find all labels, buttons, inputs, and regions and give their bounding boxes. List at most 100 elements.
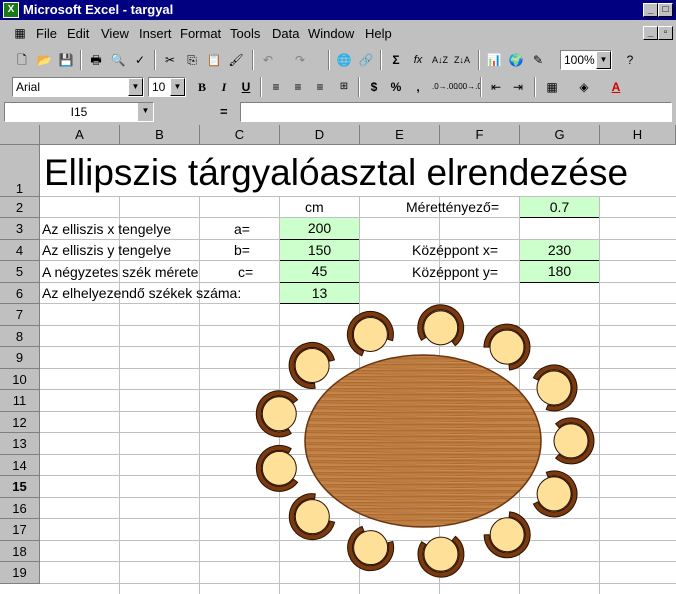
chair-seat <box>261 450 297 486</box>
workbook-icon[interactable]: ▦ <box>10 23 30 43</box>
map-icon[interactable]: 🌍 <box>506 50 526 70</box>
italic-icon[interactable]: I <box>214 77 234 97</box>
chair <box>288 493 336 541</box>
print-preview-icon[interactable]: 🔍 <box>108 50 128 70</box>
table-ellipse <box>304 354 542 528</box>
underline-icon[interactable]: U <box>236 77 256 97</box>
separator <box>252 50 254 70</box>
maximize-button[interactable]: □ <box>658 3 673 17</box>
window-title: Microsoft Excel - targyal <box>23 2 174 17</box>
decrease-indent-icon[interactable]: ⇤ <box>486 77 506 97</box>
chair <box>553 417 595 465</box>
currency-icon[interactable]: $ <box>364 77 384 97</box>
menu-insert[interactable]: Insert <box>139 26 172 41</box>
chair <box>255 444 299 492</box>
redo-icon[interactable]: ↷ <box>290 50 310 70</box>
new-icon[interactable]: 🗋 <box>12 50 32 70</box>
format-painter-icon[interactable]: 🖌 <box>226 50 246 70</box>
fill-color-icon[interactable]: ◈ <box>574 77 594 97</box>
align-center-icon[interactable]: ≡ <box>288 77 308 97</box>
undo-icon[interactable]: ↶ <box>258 50 278 70</box>
separator <box>260 77 262 97</box>
hyperlink-icon[interactable]: 🔗 <box>356 50 376 70</box>
decrease-decimal-icon[interactable]: .00→.0 <box>456 77 482 97</box>
menu-help[interactable]: Help <box>365 26 392 41</box>
bold-icon[interactable]: B <box>192 77 212 97</box>
align-right-icon[interactable]: ≡ <box>310 77 330 97</box>
drawing-icon[interactable]: ✎ <box>528 50 548 70</box>
chair-seat <box>489 329 525 365</box>
menu-format[interactable]: Format <box>180 26 221 41</box>
chair-seat <box>261 396 297 432</box>
cut-icon[interactable]: ✂ <box>160 50 180 70</box>
menu-view[interactable]: View <box>101 26 129 41</box>
separator <box>358 77 360 97</box>
copy-icon[interactable]: ⎘ <box>182 50 202 70</box>
chair <box>532 470 578 518</box>
font-color-icon[interactable]: A <box>606 77 626 97</box>
chair <box>255 390 299 438</box>
zoom-select[interactable]: 100% ▼ <box>560 50 612 70</box>
menu-tools[interactable]: Tools <box>230 26 260 41</box>
separator <box>328 50 330 70</box>
formatting-toolbar: Arial ▼ 10 ▼ B I U ≡ ≡ ≡ ⊞ $ % , .0→.00 .0… <box>0 74 676 100</box>
chair-seat <box>553 423 589 459</box>
chevron-down-icon[interactable]: ▼ <box>596 51 611 69</box>
chair-seat <box>423 310 459 346</box>
chevron-down-icon[interactable]: ▼ <box>170 78 185 96</box>
doc-minimize-button[interactable]: _ <box>643 26 658 40</box>
chair-seat <box>489 517 525 553</box>
increase-indent-icon[interactable]: ⇥ <box>508 77 528 97</box>
sort-ascending-icon[interactable]: A↓Z <box>430 50 450 70</box>
menu-window[interactable]: Window <box>308 26 354 41</box>
formula-input[interactable] <box>240 102 672 122</box>
formula-bar: I15 ▼ = <box>0 100 676 124</box>
chair <box>532 364 578 412</box>
sort-descending-icon[interactable]: Z↓A <box>452 50 472 70</box>
autosum-icon[interactable]: Σ <box>386 50 406 70</box>
menu-bar: ▦ File Edit View Insert Format Tools Dat… <box>0 21 676 45</box>
help-icon[interactable]: ? <box>620 50 640 70</box>
separator <box>480 77 482 97</box>
web-toolbar-icon[interactable]: 🌐 <box>334 50 354 70</box>
chair <box>288 341 336 389</box>
font-value: Arial <box>16 80 41 94</box>
separator <box>154 50 156 70</box>
font-select[interactable]: Arial ▼ <box>12 77 144 97</box>
font-size-select[interactable]: 10 ▼ <box>148 77 186 97</box>
increase-decimal-icon[interactable]: .0→.00 <box>432 77 458 97</box>
open-icon[interactable]: 📂 <box>34 50 54 70</box>
merge-center-icon[interactable]: ⊞ <box>334 77 354 97</box>
chevron-down-icon[interactable]: ▼ <box>138 103 153 121</box>
zoom-value: 100% <box>564 53 595 67</box>
menu-edit[interactable]: Edit <box>67 26 89 41</box>
align-left-icon[interactable]: ≡ <box>266 77 286 97</box>
function-icon[interactable]: fx <box>408 50 428 70</box>
print-icon[interactable]: 🖶 <box>86 50 106 70</box>
comma-icon[interactable]: , <box>408 77 428 97</box>
title-bar: X Microsoft Excel - targyal _ □ <box>0 0 676 20</box>
name-box[interactable]: I15 ▼ <box>4 102 154 122</box>
minimize-button[interactable]: _ <box>643 3 658 17</box>
save-icon[interactable]: 💾 <box>56 50 76 70</box>
paste-icon[interactable]: 📋 <box>204 50 224 70</box>
menu-file[interactable]: File <box>36 26 57 41</box>
worksheet-grid[interactable]: A B C D E F G H 1 2 3 4 5 6 7 8 9 10 11 … <box>0 125 676 594</box>
separator <box>534 77 536 97</box>
menu-data[interactable]: Data <box>272 26 299 41</box>
spelling-icon[interactable]: ✓ <box>130 50 150 70</box>
chart-wizard-icon[interactable]: 📊 <box>484 50 504 70</box>
chair-seat <box>352 316 388 352</box>
separator <box>380 50 382 70</box>
chevron-down-icon[interactable]: ▼ <box>128 78 143 96</box>
excel-app-icon[interactable]: X <box>3 2 19 18</box>
chair-seat <box>294 499 330 535</box>
name-box-value: I15 <box>70 105 88 119</box>
chair-seat <box>423 536 459 572</box>
borders-icon[interactable]: ▦ <box>542 77 562 97</box>
edit-formula-button[interactable]: = <box>220 104 228 119</box>
chair <box>417 535 465 578</box>
percent-icon[interactable]: % <box>386 77 406 97</box>
doc-restore-button[interactable]: ▫ <box>658 26 673 40</box>
chair <box>347 525 395 572</box>
